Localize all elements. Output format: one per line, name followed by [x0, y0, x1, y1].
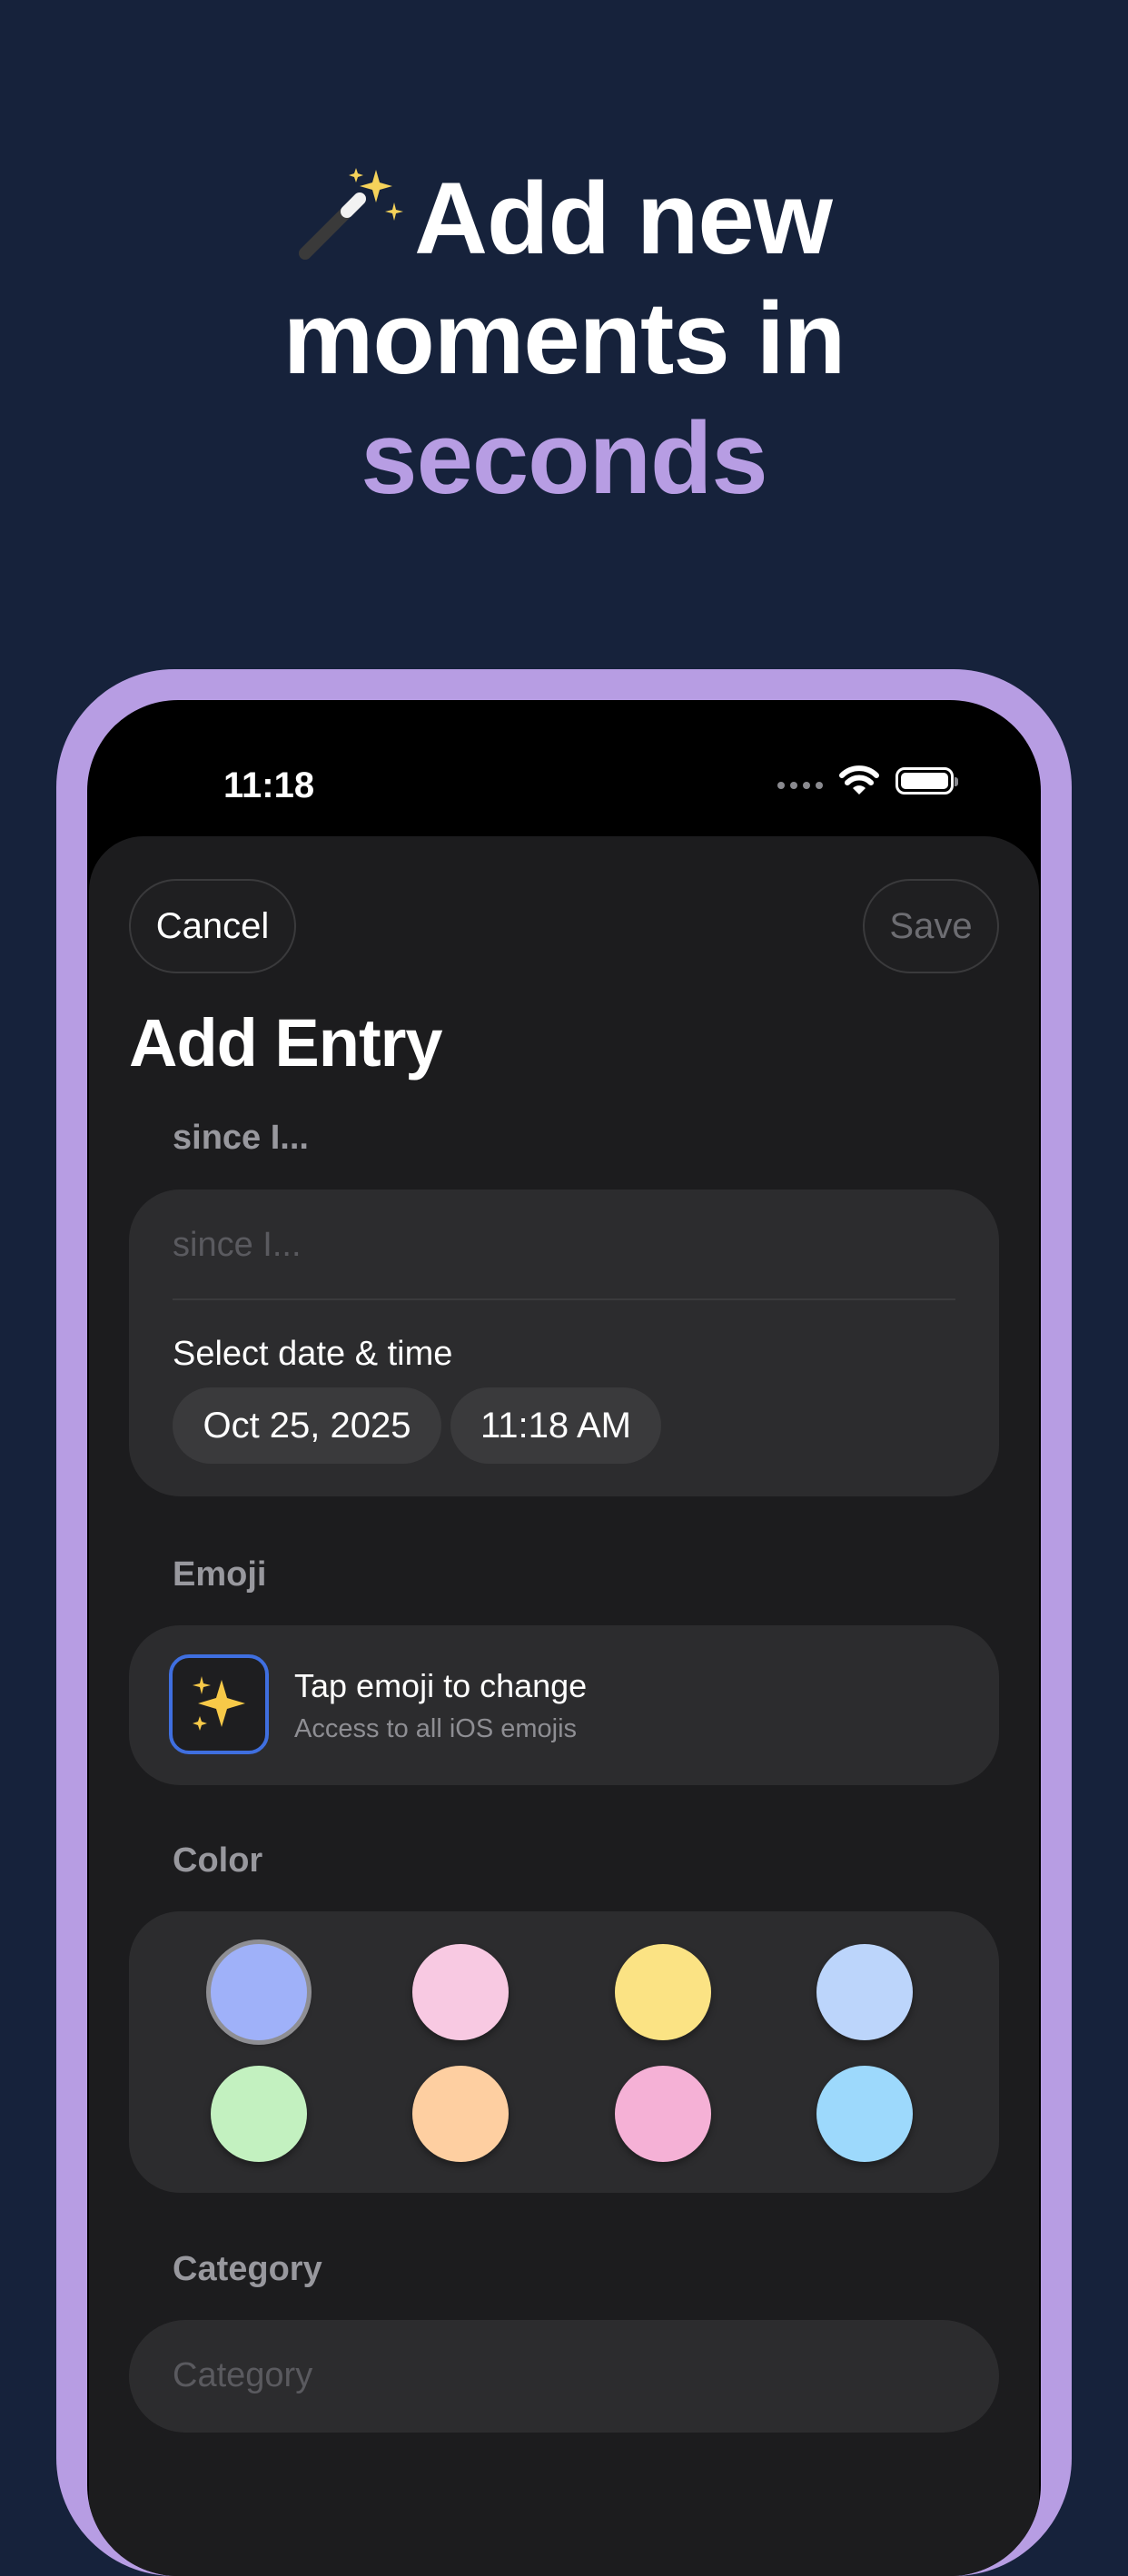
phone-screen: 11:18 Cancel Save Add Entry since I... s…: [87, 700, 1041, 2576]
color-swatch[interactable]: [211, 2066, 307, 2162]
category-field[interactable]: Category: [129, 2320, 999, 2433]
wifi-icon: [839, 765, 879, 795]
date-time-label: Select date & time: [173, 1335, 453, 1373]
color-swatch[interactable]: [211, 1944, 307, 2040]
color-card: [129, 1911, 999, 2193]
sheet-title: Add Entry: [129, 1005, 443, 1081]
status-icons: [777, 765, 958, 796]
emoji-picker-button[interactable]: [169, 1654, 269, 1754]
color-swatch[interactable]: [615, 2066, 711, 2162]
cellular-signal-icon: [777, 782, 823, 789]
emoji-card[interactable]: Tap emoji to change Access to all iOS em…: [129, 1625, 999, 1785]
headline-line-1: Add new: [0, 159, 1128, 279]
headline-line-3: seconds: [361, 401, 767, 515]
status-bar: 11:18: [87, 700, 1041, 836]
since-label: since I...: [173, 1119, 309, 1157]
status-time: 11:18: [223, 765, 315, 805]
color-swatch[interactable]: [412, 1944, 509, 2040]
save-button[interactable]: Save: [863, 879, 999, 973]
headline-line-2: moments in: [282, 281, 846, 395]
since-input[interactable]: since I...: [173, 1226, 302, 1265]
date-picker[interactable]: Oct 25, 2025: [173, 1387, 441, 1464]
cancel-button[interactable]: Cancel: [129, 879, 296, 973]
color-swatch[interactable]: [816, 1944, 913, 2040]
category-input[interactable]: Category: [173, 2356, 312, 2395]
color-swatch[interactable]: [412, 2066, 509, 2162]
color-label: Color: [173, 1841, 263, 1880]
headline: Add new moments in seconds: [0, 159, 1128, 518]
sparkles-icon: [193, 1676, 245, 1731]
phone-frame: 11:18 Cancel Save Add Entry since I... s…: [56, 669, 1072, 2576]
divider: [173, 1298, 955, 1300]
time-picker[interactable]: 11:18 AM: [450, 1387, 661, 1464]
category-label: Category: [173, 2250, 322, 2288]
entry-card: since I... Select date & time Oct 25, 20…: [129, 1189, 999, 1496]
color-swatch[interactable]: [615, 1944, 711, 2040]
emoji-hint-subtitle: Access to all iOS emojis: [294, 1714, 578, 1743]
add-entry-sheet: Cancel Save Add Entry since I... since I…: [89, 836, 1039, 2576]
headline-text-1: Add new: [414, 162, 833, 275]
emoji-label: Emoji: [173, 1555, 267, 1594]
emoji-hint-title: Tap emoji to change: [294, 1667, 588, 1704]
battery-icon: [895, 767, 958, 795]
magic-wand-icon: [299, 168, 404, 260]
color-swatch[interactable]: [816, 2066, 913, 2162]
